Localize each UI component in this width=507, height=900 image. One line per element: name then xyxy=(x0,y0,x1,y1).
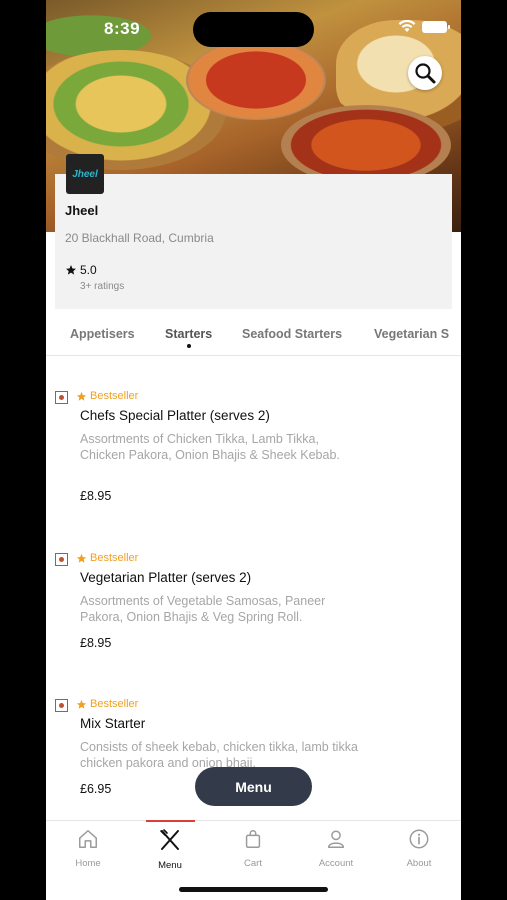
item-title: Chefs Special Platter (serves 2) xyxy=(80,408,270,423)
status-icons xyxy=(398,20,450,33)
tab-vegetarian-starters[interactable]: Vegetarian S xyxy=(374,327,449,341)
restaurant-rating: 5.0 xyxy=(65,263,97,277)
tabbar-home[interactable]: Home xyxy=(58,828,118,869)
active-tab-underline xyxy=(146,820,195,822)
home-indicator[interactable] xyxy=(179,887,328,892)
restaurant-logo: Jheel xyxy=(66,154,104,194)
home-icon xyxy=(79,830,97,848)
item-price: £8.95 xyxy=(80,636,112,650)
item-description: Assortments of Vegetable Samosas, Paneer… xyxy=(80,594,326,624)
veg-indicator-icon xyxy=(55,553,68,566)
bestseller-label: Bestseller xyxy=(90,698,139,710)
fork-knife-icon xyxy=(160,829,179,850)
tabbar-account-label: Account xyxy=(318,858,354,869)
restaurant-address: 20 Blackhall Road, Cumbria xyxy=(65,231,214,245)
item-title: Vegetarian Platter (serves 2) xyxy=(80,570,252,585)
tabbar-cart-label: Cart xyxy=(244,858,262,869)
item-description: Assortments of Chicken Tikka, Lamb Tikka… xyxy=(80,432,340,462)
restaurant-name: Jheel xyxy=(65,203,99,218)
menu-item[interactable]: Bestseller Chefs Special Platter (serves… xyxy=(55,390,455,521)
restaurant-info-card: Jheel Jheel 20 Blackhall Road, Cumbria 5… xyxy=(55,154,452,309)
bestseller-label: Bestseller xyxy=(90,552,139,564)
veg-indicator-icon xyxy=(55,391,68,404)
tabbar-cart[interactable]: Cart xyxy=(223,828,283,869)
category-tabs: Appetisers Starters Seafood Starters Veg… xyxy=(46,318,461,356)
dynamic-island xyxy=(193,12,314,47)
search-icon xyxy=(415,63,436,84)
menu-item[interactable]: Bestseller Vegetarian Platter (serves 2)… xyxy=(55,552,455,663)
rating-value: 5.0 xyxy=(80,263,97,277)
battery-icon xyxy=(422,20,450,33)
tabbar-menu[interactable]: Menu xyxy=(140,828,200,871)
tabbar-menu-label: Menu xyxy=(158,860,182,871)
wifi-icon xyxy=(398,20,416,32)
bestseller-badge: Bestseller xyxy=(76,698,138,710)
person-icon xyxy=(327,830,345,848)
bag-icon xyxy=(245,830,261,848)
tabbar-account[interactable]: Account xyxy=(306,828,366,869)
tab-appetisers[interactable]: Appetisers xyxy=(70,327,135,341)
bestseller-badge: Bestseller xyxy=(76,552,138,564)
veg-indicator-icon xyxy=(55,699,68,712)
tab-seafood-starters[interactable]: Seafood Starters xyxy=(242,327,342,341)
item-price: £6.95 xyxy=(80,782,112,796)
item-price: £8.95 xyxy=(80,489,112,503)
star-icon xyxy=(66,265,76,275)
menu-button[interactable]: Menu xyxy=(195,767,312,806)
info-icon xyxy=(409,829,429,849)
search-button[interactable] xyxy=(408,56,442,90)
star-icon xyxy=(76,699,87,709)
tabbar-about[interactable]: About xyxy=(389,828,449,869)
star-icon xyxy=(76,391,87,401)
tab-starters[interactable]: Starters xyxy=(165,327,212,341)
active-tab-indicator xyxy=(187,344,191,348)
item-title: Mix Starter xyxy=(80,716,146,731)
tabbar-about-label: About xyxy=(406,858,432,869)
tabbar-home-label: Home xyxy=(75,858,101,869)
restaurant-screen: 8:39 Jheel Jheel 20 Blackhall Road, Cumb… xyxy=(46,0,461,900)
bestseller-label: Bestseller xyxy=(90,390,139,402)
bestseller-badge: Bestseller xyxy=(76,390,138,402)
ratings-count: 3+ ratings xyxy=(80,281,125,292)
status-time: 8:39 xyxy=(104,19,141,38)
star-icon xyxy=(76,553,87,563)
